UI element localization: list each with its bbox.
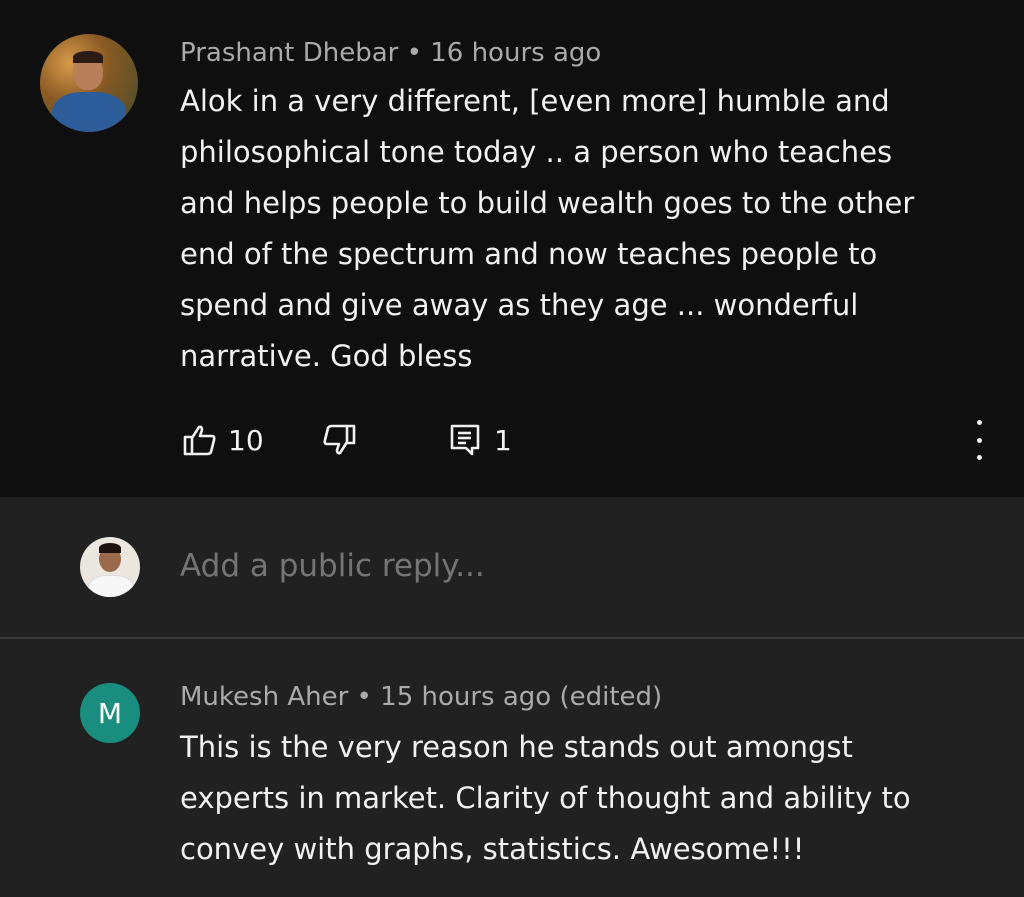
- kebab-dot: [976, 437, 982, 443]
- comment-time[interactable]: 16 hours ago: [430, 38, 601, 68]
- comment-line: narrative. God bless: [180, 339, 473, 373]
- meta-separator: •: [356, 682, 372, 712]
- author-name[interactable]: Prashant Dhebar: [180, 38, 398, 68]
- author-name[interactable]: Mukesh Aher: [180, 682, 348, 712]
- avatar-hair-shape: [99, 543, 121, 553]
- reply-button[interactable]: 1: [450, 423, 512, 457]
- avatar-hair-shape: [73, 51, 103, 63]
- author-avatar[interactable]: [40, 34, 138, 132]
- meta-separator: •: [406, 38, 422, 68]
- kebab-dot: [976, 420, 982, 425]
- avatar-initial: M: [97, 696, 123, 730]
- kebab-dot: [976, 455, 982, 460]
- commenter-avatar[interactable]: M: [80, 683, 140, 743]
- dislike-button[interactable]: [322, 424, 356, 456]
- reply-icon: [450, 424, 480, 456]
- comment-line: convey with graphs, statistics. Awesome!…: [180, 832, 805, 866]
- avatar-body-shape: [88, 575, 134, 597]
- comment-line: This is the very reason he stands out am…: [180, 730, 853, 764]
- comment-meta: Prashant Dhebar • 16 hours ago: [180, 38, 601, 68]
- comment-line: experts in market. Clarity of thought an…: [180, 781, 911, 815]
- comment-body: Alok in a very different, [even more] hu…: [180, 76, 980, 382]
- more-vert-icon[interactable]: [965, 420, 993, 460]
- thumbs-up-icon: [183, 424, 217, 456]
- comment-body: This is the very reason he stands out am…: [180, 722, 980, 875]
- comment-line: end of the spectrum and now teaches peop…: [180, 237, 878, 271]
- current-user-avatar: [80, 537, 140, 597]
- comment-line: and helps people to build wealth goes to…: [180, 186, 915, 220]
- reply-input[interactable]: [180, 548, 960, 584]
- comment-line: Alok in a very different, [even more] hu…: [180, 84, 890, 118]
- avatar-body-shape: [52, 92, 126, 132]
- reply-count: 1: [494, 423, 512, 457]
- like-count: 10: [228, 423, 264, 457]
- comment-line: philosophical tone today .. a person who…: [180, 135, 893, 169]
- comment-meta: Mukesh Aher • 15 hours ago (edited): [180, 682, 662, 712]
- comment-line: spend and give away as they age ... wond…: [180, 288, 859, 322]
- thumbs-down-icon: [322, 424, 356, 456]
- like-button[interactable]: 10: [183, 423, 264, 457]
- comment-time[interactable]: 15 hours ago (edited): [380, 682, 662, 712]
